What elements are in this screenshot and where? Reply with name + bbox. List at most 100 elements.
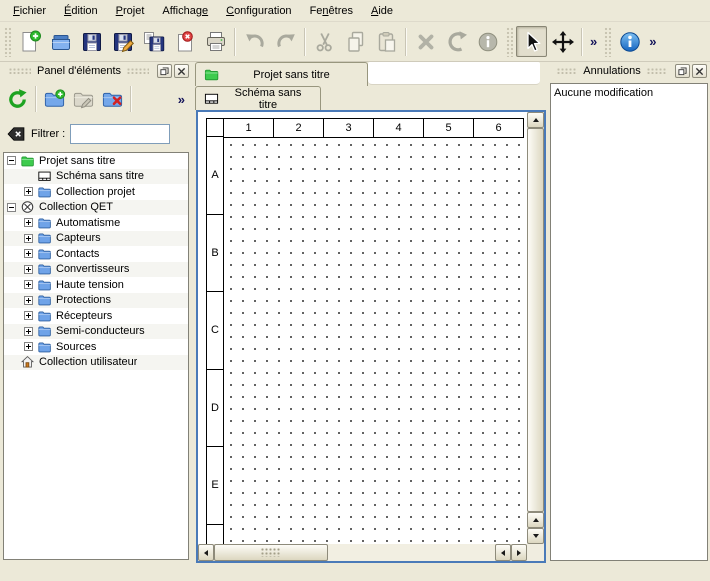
scroll-left-button-right[interactable] — [495, 544, 511, 561]
tree-item-label: Schéma sans titre — [56, 170, 144, 182]
tree-item-automatisme[interactable]: Automatisme — [4, 215, 188, 231]
diagram-canvas[interactable]: 123456 ABCDE — [198, 112, 527, 544]
plus-expander[interactable] — [24, 231, 36, 246]
diagram-view[interactable]: 123456 ABCDE — [196, 110, 546, 563]
close-panel-button[interactable] — [174, 64, 189, 78]
menu-fenetres[interactable]: Fenêtres — [301, 0, 362, 21]
minus-expander[interactable] — [7, 153, 19, 168]
delete-button — [410, 26, 441, 57]
plus-expander[interactable] — [24, 293, 36, 308]
scroll-down-button[interactable] — [527, 528, 544, 544]
scroll-left-button[interactable] — [198, 544, 214, 561]
toolbar-extension-button[interactable]: » — [586, 34, 601, 49]
tree-item-schema-sans-titre[interactable]: Schéma sans titre — [4, 169, 188, 185]
menu-configuration[interactable]: Configuration — [217, 0, 300, 21]
plus-expander[interactable] — [24, 308, 36, 323]
menu-fichier[interactable]: Fichier — [4, 0, 55, 21]
tab-schema[interactable]: Schéma sans titre — [195, 86, 321, 110]
elements-panel-titlebar[interactable]: Panel d'éléments — [0, 62, 192, 80]
menu-edition[interactable]: Édition — [55, 0, 107, 21]
scroll-right-button[interactable] — [511, 544, 527, 561]
dock-grip — [127, 68, 149, 75]
tree-item-capteurs[interactable]: Capteurs — [4, 231, 188, 247]
plus-expander[interactable] — [24, 324, 36, 339]
toolbar-handle[interactable] — [604, 27, 611, 57]
tree-item-convertisseurs[interactable]: Convertisseurs — [4, 262, 188, 278]
tree-item-sources[interactable]: Sources — [4, 339, 188, 355]
vertical-scrollbar-thumb[interactable] — [527, 128, 544, 512]
filter-row: Filtrer : — [0, 118, 192, 150]
plus-expander-icon — [24, 327, 33, 336]
undo-history-list: Aucune modification — [550, 83, 708, 561]
undo-list-item[interactable]: Aucune modification — [551, 84, 707, 101]
menu-aide[interactable]: Aide — [362, 0, 402, 21]
tree-item-recepteurs[interactable]: Récepteurs — [4, 308, 188, 324]
scrollbar-corner — [527, 544, 544, 561]
schema-icon — [37, 169, 52, 183]
toolbar-handle[interactable] — [4, 27, 11, 57]
save-all-button[interactable] — [138, 26, 169, 57]
left-arrow-icon — [501, 550, 505, 556]
toolbar-handle[interactable] — [506, 27, 513, 57]
toolbar-extension-button[interactable]: » — [645, 34, 660, 49]
print-button[interactable] — [200, 26, 231, 57]
reload-icon — [6, 88, 29, 111]
row-label-cell: D — [206, 369, 224, 448]
new-document-button[interactable] — [14, 26, 45, 57]
close-document-icon — [173, 30, 197, 54]
scroll-up-button[interactable] — [527, 112, 544, 128]
tree-item-contacts[interactable]: Contacts — [4, 246, 188, 262]
menu-projet[interactable]: Projet — [107, 0, 154, 21]
delete-category-button[interactable] — [98, 85, 127, 114]
toolbar-separator — [304, 28, 306, 56]
close-panel-button[interactable] — [692, 64, 707, 78]
up-arrow-icon — [533, 118, 539, 122]
clear-filter-icon[interactable] — [6, 124, 26, 144]
minus-expander[interactable] — [7, 200, 19, 215]
folder-icon — [37, 247, 52, 261]
diagram-vertical-scrollbar[interactable] — [527, 112, 544, 544]
column-header-cell: 2 — [273, 118, 324, 138]
move-tool-button[interactable] — [547, 26, 578, 57]
plus-expander[interactable] — [24, 339, 36, 354]
folder-icon — [37, 185, 52, 199]
scroll-up-button-bottom[interactable] — [527, 512, 544, 528]
rotate-button — [441, 26, 472, 57]
horizontal-scrollbar-track[interactable] — [328, 544, 495, 561]
about-button[interactable] — [614, 26, 645, 57]
filter-input[interactable] — [70, 124, 170, 144]
plus-expander[interactable] — [24, 277, 36, 292]
new-category-button[interactable] — [40, 85, 69, 114]
tree-item-protections[interactable]: Protections — [4, 293, 188, 309]
reload-collections-button[interactable] — [3, 85, 32, 114]
tree-item-semi-conducteurs[interactable]: Semi-conducteurs — [4, 324, 188, 340]
plus-expander-icon — [24, 296, 33, 305]
float-panel-button[interactable] — [675, 64, 690, 78]
toolbar-extension-button[interactable]: » — [174, 92, 189, 107]
diagram-horizontal-scrollbar[interactable] — [198, 544, 527, 561]
close-document-button[interactable] — [169, 26, 200, 57]
select-tool-button[interactable] — [516, 26, 547, 57]
undo-panel-dock: Annulations Aucune modification — [548, 62, 710, 563]
undo-button — [239, 26, 270, 57]
plus-expander[interactable] — [24, 246, 36, 261]
save-as-button[interactable] — [107, 26, 138, 57]
tree-item-label: Semi-conducteurs — [56, 325, 145, 337]
save-button[interactable] — [76, 26, 107, 57]
plus-expander[interactable] — [24, 184, 36, 199]
open-document-button[interactable] — [45, 26, 76, 57]
float-panel-button[interactable] — [157, 64, 172, 78]
tab-project[interactable]: Projet sans titre — [195, 62, 368, 86]
tree-item-collection-projet[interactable]: Collection projet — [4, 184, 188, 200]
tree-item-collection-utilisateur[interactable]: Collection utilisateur — [4, 355, 188, 371]
tree-item-haute-tension[interactable]: Haute tension — [4, 277, 188, 293]
tree-item-label: Contacts — [56, 248, 99, 260]
menu-affichage[interactable]: Affichage — [153, 0, 217, 21]
plus-expander[interactable] — [24, 262, 36, 277]
tree-item-collection-qet[interactable]: Collection QET — [4, 200, 188, 216]
undo-panel-titlebar[interactable]: Annulations — [548, 62, 710, 80]
tree-item-projet-sans-titre[interactable]: Projet sans titre — [4, 153, 188, 169]
horizontal-scrollbar-thumb[interactable] — [214, 544, 328, 561]
diagram-row-labels: ABCDE — [206, 137, 224, 544]
plus-expander[interactable] — [24, 215, 36, 230]
